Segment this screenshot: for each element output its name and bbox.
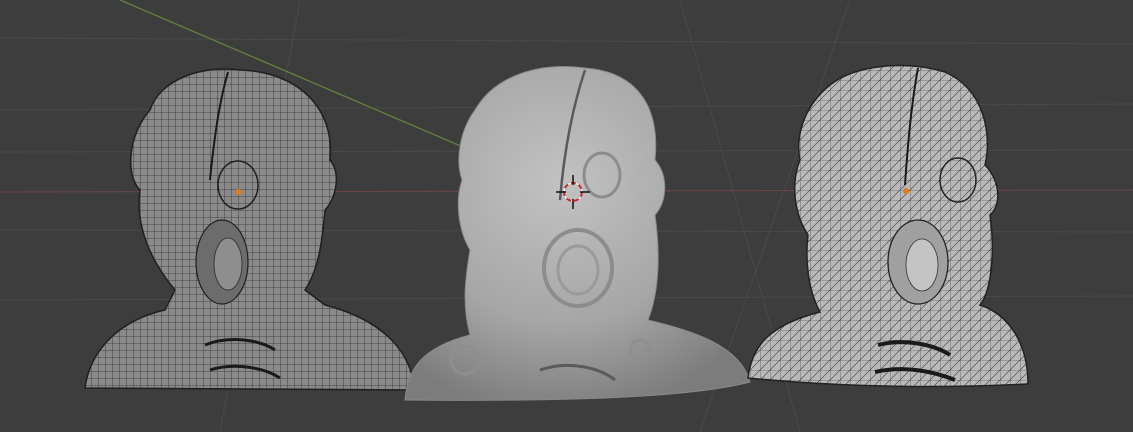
center-head-solid[interactable] (404, 66, 751, 401)
right-head-wireframe[interactable] (747, 64, 1029, 388)
left-head-wireframe[interactable] (84, 68, 416, 391)
viewport-canvas[interactable] (0, 0, 1133, 432)
3d-viewport[interactable] (0, 0, 1133, 432)
origin-dot-right (903, 188, 909, 194)
origin-dot-left (235, 189, 241, 195)
